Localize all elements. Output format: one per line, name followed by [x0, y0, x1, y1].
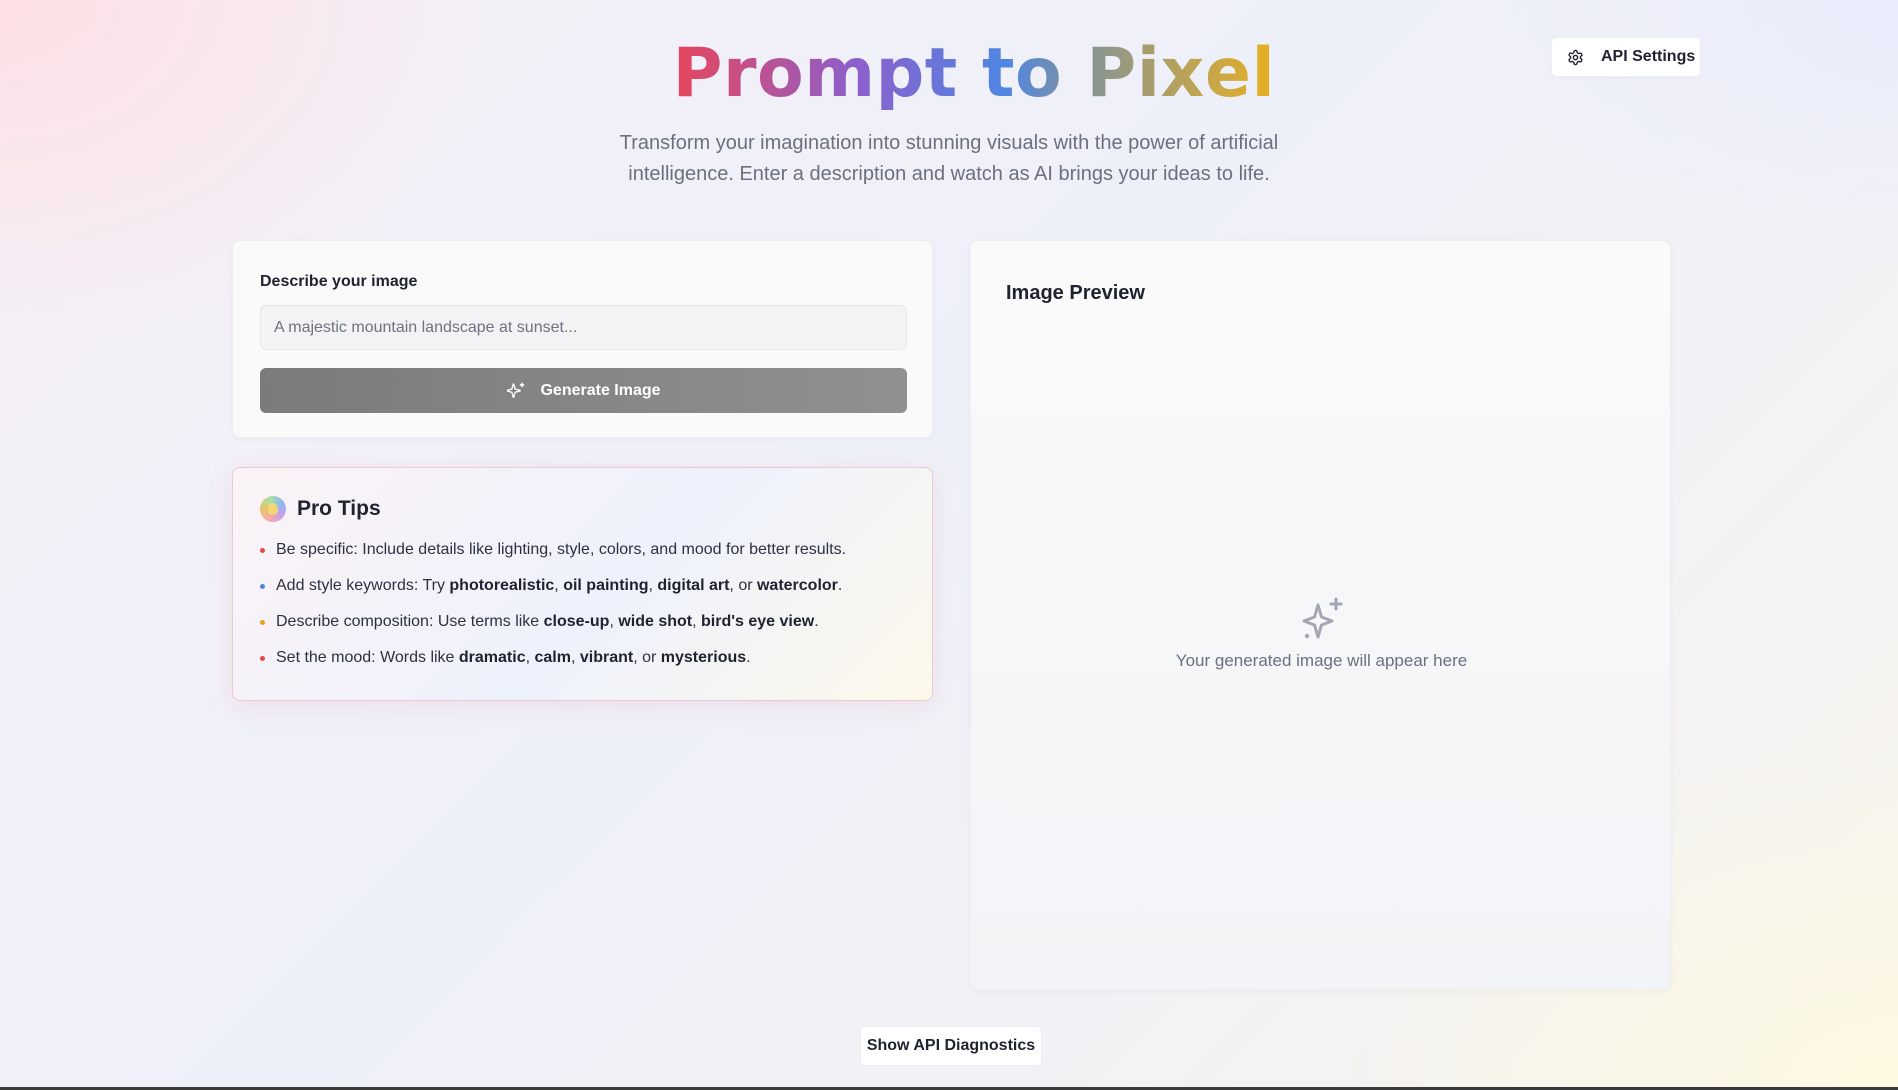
pro-tip-item: Set the mood: Words like dramatic, calm,… [260, 648, 905, 668]
lightbulb-icon [260, 496, 286, 522]
pro-tips-header: Pro Tips [260, 496, 905, 522]
generate-image-button[interactable]: Generate Image [260, 368, 907, 413]
prompt-label: Describe your image [260, 273, 418, 290]
pro-tip-text: Describe composition: Use terms like clo… [276, 613, 819, 630]
bullet-dot [260, 583, 265, 589]
bullet-dot [260, 619, 265, 625]
image-preview-title: Image Preview [1006, 282, 1145, 304]
pro-tips-list: Be specific: Include details like lighti… [260, 540, 905, 668]
pro-tips-card: Pro Tips Be specific: Include details li… [232, 467, 933, 701]
bullet-dot [260, 655, 265, 661]
sparkles-icon [1294, 593, 1350, 649]
generate-image-label: Generate Image [540, 381, 661, 399]
gear-icon [1566, 48, 1584, 66]
sparkles-icon [506, 381, 526, 401]
prompt-card: Describe your image Generate Image [232, 240, 933, 438]
page-subtitle: Transform your imagination into stunning… [619, 132, 1279, 185]
pro-tip-text: Be specific: Include details like lighti… [276, 541, 847, 558]
pro-tip-item: Describe composition: Use terms like clo… [260, 612, 905, 632]
bullet-dot [260, 547, 265, 553]
pro-tip-text: Add style keywords: Try photorealistic, … [276, 577, 843, 594]
prompt-input[interactable] [260, 305, 907, 350]
page-title: Prompt to Pixel [673, 30, 1276, 118]
image-preview-placeholder: Your generated image will appear here [971, 593, 1672, 671]
pro-tip-item: Be specific: Include details like lighti… [260, 540, 905, 560]
show-api-diagnostics-button[interactable]: Show API Diagnostics [860, 1026, 1042, 1066]
api-settings-label: API Settings [1601, 48, 1696, 65]
api-settings-button[interactable]: API Settings [1551, 37, 1701, 77]
pro-tip-item: Add style keywords: Try photorealistic, … [260, 576, 905, 596]
pro-tips-title: Pro Tips [297, 497, 381, 520]
image-preview-card: Image Preview Your generated image will … [970, 240, 1671, 990]
image-preview-empty-message: Your generated image will appear here [1175, 651, 1468, 670]
pro-tip-text: Set the mood: Words like dramatic, calm,… [276, 649, 751, 666]
